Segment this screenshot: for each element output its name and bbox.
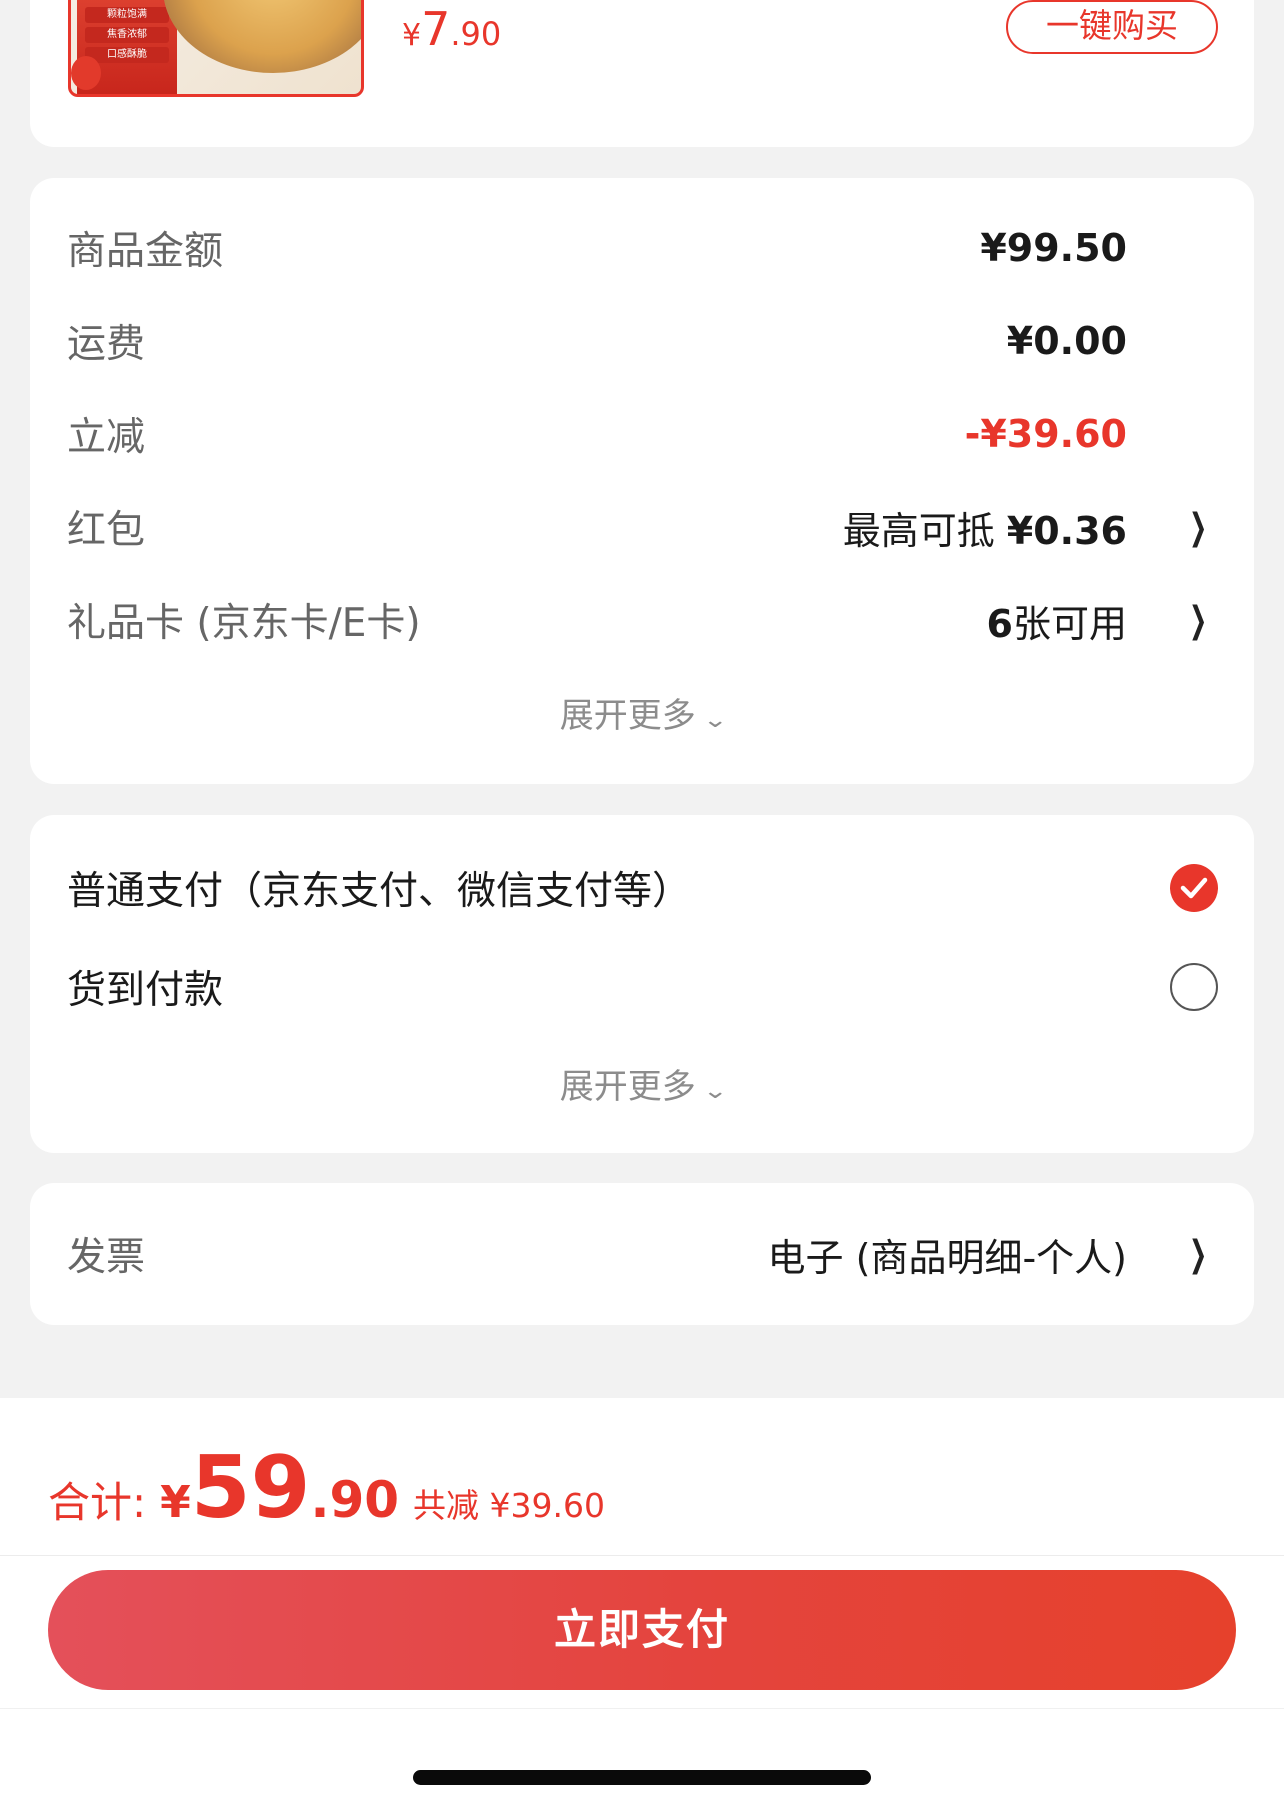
order-total: 合计: ¥ 59 .90 共减 ¥39.60	[48, 1438, 605, 1538]
row-label: 红包	[67, 508, 146, 553]
chevron-right-icon: ❯	[1188, 506, 1207, 548]
payment-option-cod[interactable]: 货到付款	[67, 957, 1218, 1017]
gift-card-count: 6	[986, 601, 1013, 646]
row-label: 商品金额	[67, 229, 224, 274]
one-click-buy-button[interactable]: 一键购买	[1006, 0, 1218, 54]
total-decimal: .90	[310, 1471, 400, 1529]
invoice-card: 发票 电子 (商品明细-个人) ❯	[30, 1183, 1254, 1325]
row-value: 6张可用	[987, 593, 1127, 648]
row-label: 立减	[67, 415, 146, 460]
expand-more-label: 展开更多	[559, 696, 696, 736]
thumbnail-tag: 口感酥脆	[85, 47, 169, 63]
summary-row-discount: 立减 -¥39.60	[67, 404, 1217, 464]
price-summary-card: 商品金额 ¥99.50 运费 ¥0.00 立减 -¥39.60 红包 最高可抵 …	[30, 178, 1254, 784]
price-decimal: .90	[450, 15, 502, 53]
expand-more-summary[interactable]: 展开更多 ⌄	[30, 688, 1254, 737]
payment-option-standard[interactable]: 普通支付（京东支付、微信支付等）	[67, 858, 1218, 918]
product-thumbnail[interactable]: 颗粒饱满 焦香浓郁 口感酥脆	[68, 0, 364, 97]
pay-now-button[interactable]: 立即支付	[48, 1570, 1236, 1690]
invoice-value: 电子 (商品明细-个人)	[767, 1235, 1127, 1280]
product-price: ¥7.90	[402, 2, 501, 56]
thumbnail-tag: 颗粒饱满	[85, 7, 169, 23]
total-label: 合计:	[48, 1478, 147, 1527]
expand-more-payment[interactable]: 展开更多 ⌄	[30, 1059, 1254, 1108]
row-value: ¥99.50	[980, 226, 1127, 270]
checkout-bar: 合计: ¥ 59 .90 共减 ¥39.60 立即支付	[0, 1398, 1284, 1810]
lantern-icon	[71, 56, 101, 90]
red-packet-amount: ¥0.36	[1006, 508, 1127, 553]
payment-option-label: 普通支付（京东支付、微信支付等）	[67, 869, 692, 914]
expand-more-label: 展开更多	[559, 1067, 696, 1107]
gift-card-text: 张可用	[1012, 601, 1127, 646]
popcorn-bowl-image	[163, 0, 361, 73]
price-symbol: ¥	[402, 18, 422, 53]
price-integer: 7	[421, 2, 451, 56]
payment-option-label: 货到付款	[67, 968, 224, 1013]
chevron-right-icon: ❯	[1188, 599, 1207, 641]
chevron-down-icon: ⌄	[702, 1079, 728, 1104]
row-value: ¥0.00	[1006, 319, 1127, 363]
chevron-right-icon: ❯	[1188, 1233, 1207, 1275]
invoice-row[interactable]: 发票 电子 (商品明细-个人) ❯	[67, 1224, 1217, 1284]
summary-row-red-packet[interactable]: 红包 最高可抵 ¥0.36 ❯	[67, 497, 1217, 557]
chevron-down-icon: ⌄	[702, 708, 728, 733]
radio-checked-icon[interactable]	[1170, 864, 1218, 912]
row-label: 礼品卡 (京东卡/E卡)	[67, 601, 421, 646]
invoice-label: 发票	[67, 1235, 146, 1280]
total-savings: 共减 ¥39.60	[413, 1486, 606, 1525]
summary-row-shipping: 运费 ¥0.00	[67, 311, 1217, 371]
row-value: 最高可抵 ¥0.36	[843, 500, 1127, 555]
product-card: 颗粒饱满 焦香浓郁 口感酥脆 ¥7.90 一键购买	[30, 0, 1254, 147]
home-indicator[interactable]	[413, 1770, 871, 1785]
thumbnail-tag: 焦香浓郁	[85, 27, 169, 43]
total-symbol: ¥	[160, 1477, 191, 1528]
summary-row-gift-card[interactable]: 礼品卡 (京东卡/E卡) 6张可用 ❯	[67, 590, 1217, 650]
divider	[0, 1708, 1284, 1709]
summary-row-goods-amount: 商品金额 ¥99.50	[67, 218, 1217, 278]
red-packet-text: 最高可抵	[842, 508, 1007, 553]
payment-method-card: 普通支付（京东支付、微信支付等） 货到付款 展开更多 ⌄	[30, 815, 1254, 1153]
radio-unchecked-icon[interactable]	[1170, 963, 1218, 1011]
discount-value: -¥39.60	[964, 412, 1127, 456]
total-integer: 59	[190, 1438, 311, 1538]
checkout-page: 颗粒饱满 焦香浓郁 口感酥脆 ¥7.90 一键购买 商品金额 ¥99.50 运费…	[0, 0, 1284, 1810]
divider	[0, 1555, 1284, 1556]
row-label: 运费	[67, 322, 146, 367]
